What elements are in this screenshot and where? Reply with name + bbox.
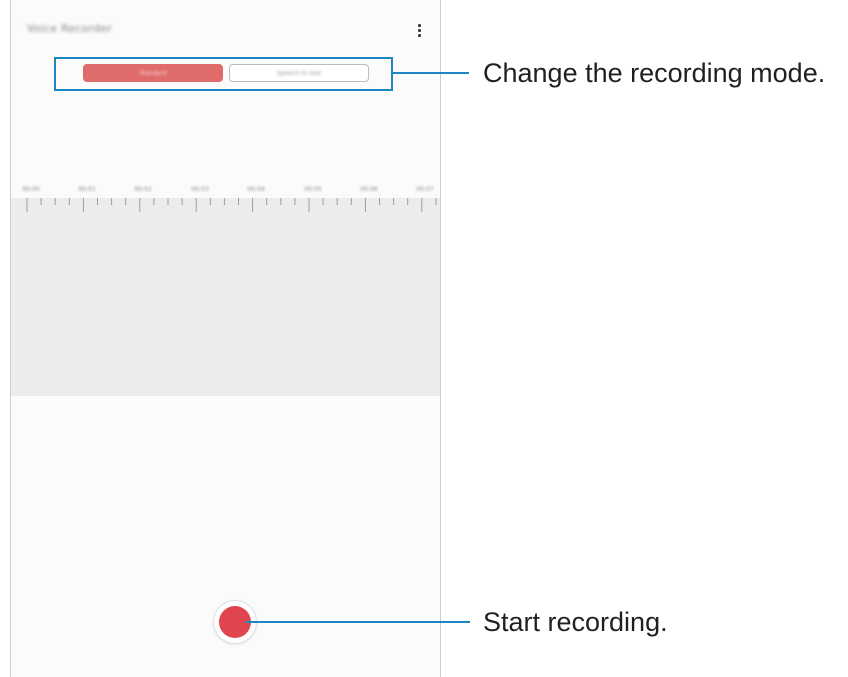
more-options-icon[interactable] <box>415 22 425 38</box>
mode-callout-text: Change the recording mode. <box>483 58 826 88</box>
record-callout-line <box>245 621 470 623</box>
timeline-label: 00:06 <box>360 186 378 193</box>
record-callout-text: Start recording. <box>483 607 668 637</box>
mode-standard-label: Standard <box>139 69 167 77</box>
mode-speech-to-text-label: Speech-to-text <box>276 69 322 77</box>
timeline-label: 00:00 <box>22 186 40 193</box>
mode-callout-line <box>393 72 469 74</box>
app-title: Voice Recorder <box>27 22 112 35</box>
timeline-ruler <box>26 198 437 212</box>
timeline-label: 00:04 <box>247 186 265 193</box>
timeline-label: 00:02 <box>134 186 152 193</box>
timeline-label: 00:01 <box>78 186 96 193</box>
timeline-labels: 00:00 00:01 00:02 00:03 00:04 00:05 00:0… <box>11 186 440 198</box>
waveform-area <box>11 198 440 396</box>
timeline-label: 00:03 <box>191 186 209 193</box>
voice-recorder-screen: Voice Recorder Standard Speech-to-text 0… <box>10 0 441 677</box>
mode-standard-button[interactable]: Standard <box>83 64 223 82</box>
timeline-label: 00:07 <box>416 186 434 193</box>
mode-speech-to-text-button[interactable]: Speech-to-text <box>229 64 369 82</box>
recording-mode-selector: Standard Speech-to-text <box>83 64 369 82</box>
timeline-label: 00:05 <box>304 186 322 193</box>
